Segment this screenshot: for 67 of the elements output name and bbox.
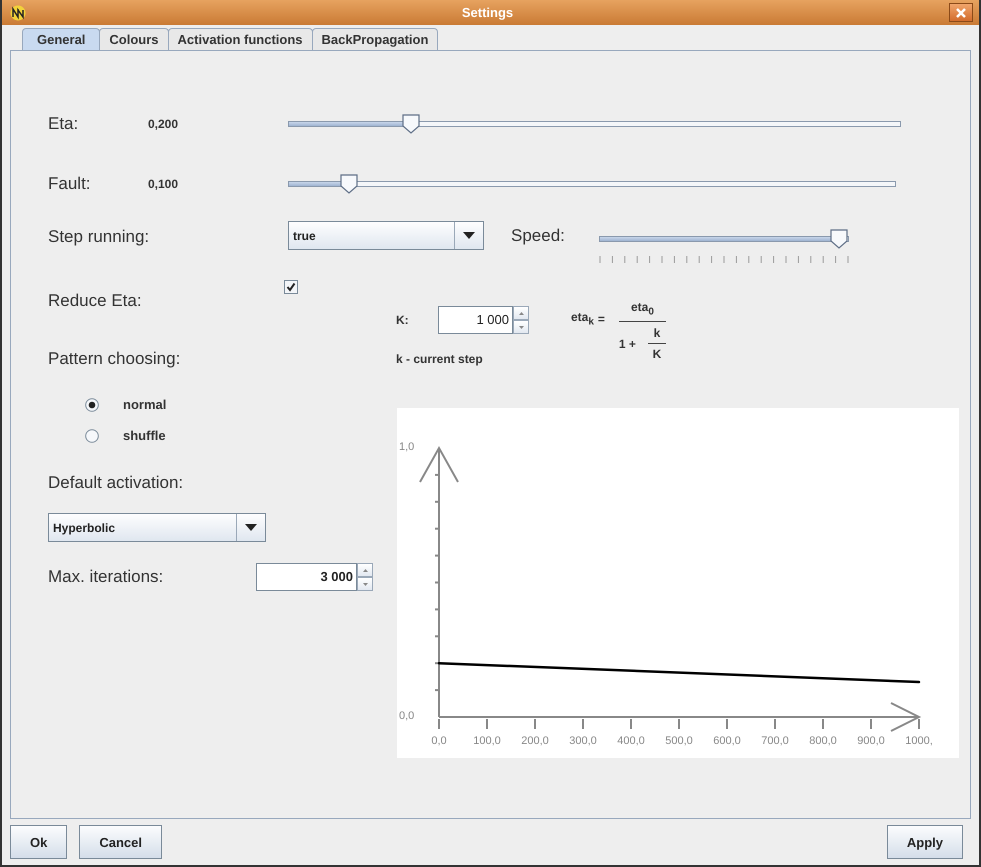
option-label: shuffle (123, 428, 166, 443)
formula-text: eta$_{0}$ (630, 300, 654, 318)
window-title: Settings (460, 5, 514, 20)
field-label: Step running: (48, 226, 150, 247)
close-icon (956, 8, 966, 18)
tick-label: 200,0 (521, 735, 549, 747)
tick-label: 0,0 (431, 735, 447, 747)
tick-label: 400,0 (617, 735, 645, 747)
formula-text: k (654, 326, 660, 340)
tick-label: 300,0 (569, 735, 597, 747)
logo-icon (10, 4, 26, 20)
value-label: 0,200 (148, 117, 180, 131)
caret-icon (463, 232, 475, 239)
formula-text: 1 + (618, 336, 636, 351)
tab[interactable]: Colours (99, 28, 169, 50)
field-label: Fault: (48, 174, 92, 194)
slider-track[interactable] (288, 181, 896, 187)
field-label: K: (396, 313, 410, 327)
field-label: Pattern choosing: (48, 349, 182, 369)
slider-thumb[interactable] (340, 174, 358, 194)
tick-label: 1000, (905, 735, 933, 747)
spin-down-button[interactable] (357, 577, 373, 591)
slider-track[interactable] (288, 121, 901, 127)
checkbox[interactable] (284, 280, 298, 294)
spin-down-button[interactable] (513, 320, 529, 334)
dialog-button[interactable]: Ok (10, 825, 68, 859)
radio-button[interactable] (85, 398, 99, 412)
tab[interactable]: General (22, 28, 100, 50)
slider-track[interactable] (599, 236, 849, 242)
tab[interactable]: BackPropagation (312, 28, 438, 50)
caret-up-icon (518, 312, 524, 314)
formula-text: = (598, 312, 605, 326)
number-field[interactable]: 1 000 (438, 306, 513, 334)
caret-down-icon (518, 326, 524, 328)
radio-button[interactable] (85, 428, 99, 442)
tick-label: 800,0 (809, 735, 837, 747)
spin-up-button[interactable] (513, 306, 529, 320)
tick-label: 900,0 (857, 735, 885, 747)
formula-text: eta$_{k}$ (571, 310, 594, 328)
tick-label: 1,0 (399, 441, 414, 453)
dropdown[interactable]: Hyperbolic (48, 513, 266, 542)
field-label: Max. iterations: (48, 567, 164, 587)
tick-label: 700,0 (761, 735, 789, 747)
tick-label: 100,0 (473, 735, 501, 747)
field-label: Reduce Eta: (48, 290, 143, 311)
caret-up-icon (362, 568, 368, 572)
caret-down-icon (362, 582, 368, 586)
tick-label: 0,0 (399, 710, 414, 722)
dropdown[interactable]: true (288, 221, 484, 250)
tick-label: 600,0 (713, 735, 741, 747)
field-label: Speed: (511, 226, 566, 246)
slider-thumb[interactable] (830, 229, 848, 249)
field-label: Default activation: (48, 473, 184, 493)
value-label: 0,100 (148, 177, 180, 191)
close-button[interactable] (949, 3, 973, 22)
tick-label: 500,0 (665, 735, 693, 747)
slider-thumb[interactable] (402, 114, 420, 134)
field-label: Eta: (48, 114, 80, 134)
option-label: normal (123, 397, 166, 412)
dialog-button[interactable]: Apply (886, 825, 963, 859)
spin-up-button[interactable] (357, 563, 373, 577)
caret-icon (245, 524, 257, 531)
number-field[interactable]: 3 000 (256, 563, 357, 591)
formula-text: K (652, 347, 662, 362)
dialog-button[interactable]: Cancel (79, 825, 162, 859)
note-text: k - current step (396, 352, 484, 366)
tab[interactable]: Activation functions (168, 28, 312, 50)
